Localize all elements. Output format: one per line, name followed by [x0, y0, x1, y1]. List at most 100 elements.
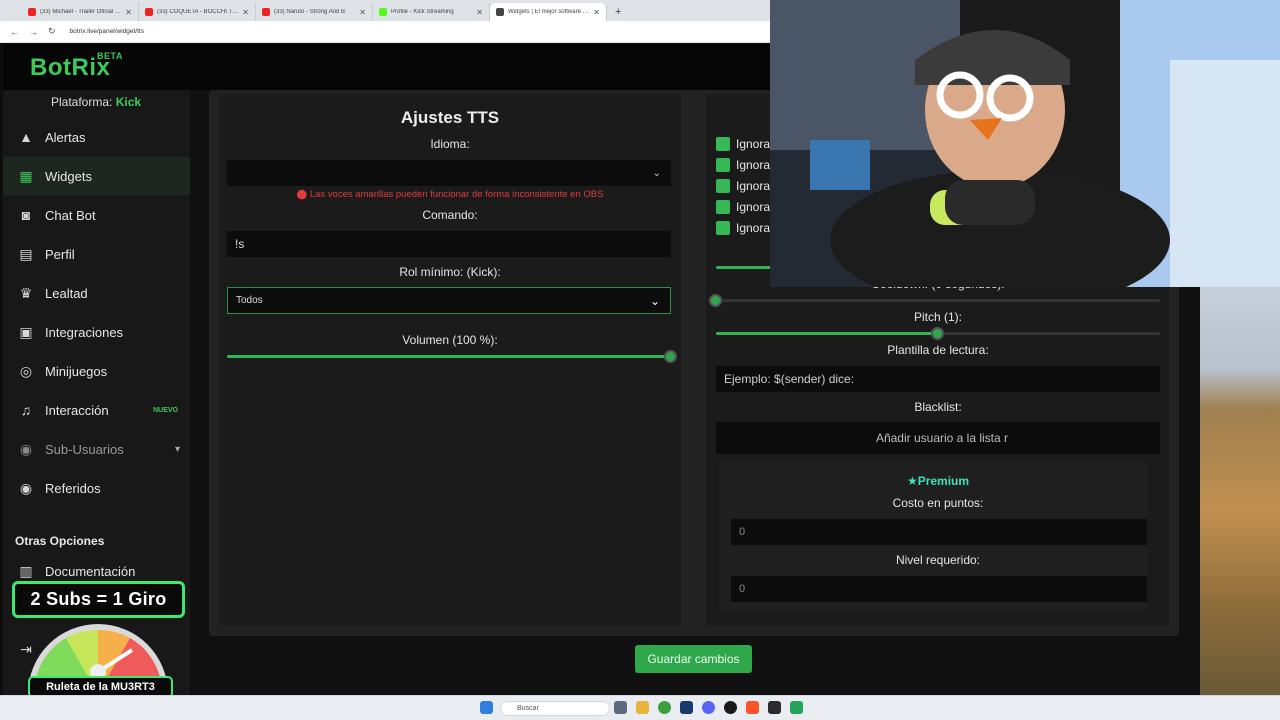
browser-tab-active[interactable]: Widgets | El mejor software par ✕ — [490, 3, 607, 21]
level-label: Nivel requerido: — [895, 553, 981, 567]
volume-fill — [227, 355, 671, 358]
nav-label: Widgets — [45, 168, 92, 184]
close-icon[interactable]: ✕ — [125, 8, 132, 17]
windows-icon[interactable] — [480, 701, 493, 714]
pitch-fill — [716, 332, 938, 335]
volume-slider[interactable] — [227, 350, 677, 363]
ignore-checkbox[interactable]: Ignora — [716, 158, 770, 172]
ignore-checkbox[interactable]: Ignora — [716, 137, 770, 151]
browser-tab[interactable]: (33) Naruto - Strong And B ✕ — [256, 3, 373, 21]
nav-label: Minijuegos — [45, 363, 108, 379]
sidebar-item-perfil[interactable]: ▤ Perfil — [3, 235, 190, 273]
photoshop-icon[interactable] — [680, 701, 693, 714]
alert-circle-icon: ⬤ — [296, 189, 308, 200]
url-field[interactable]: botrix.live/panel/widget/tts — [70, 28, 144, 35]
blacklist-input[interactable]: Añadir usuario a la lista r — [716, 422, 1160, 454]
close-icon[interactable]: ✕ — [359, 8, 366, 17]
ignore-checkbox[interactable]: Ignora — [716, 221, 770, 235]
browser-tab[interactable]: (33) Michael - Trailer Oficial Do ✕ — [22, 3, 139, 21]
volume-label: Volumen (100 %): — [402, 333, 498, 347]
logo[interactable]: BotRix BETA — [30, 51, 122, 82]
sidebar-item-minijuegos[interactable]: ◎ Minijuegos — [3, 352, 190, 390]
checkbox-checked[interactable] — [716, 179, 730, 193]
checkbox-checked[interactable] — [716, 158, 730, 172]
webcam-image — [770, 0, 1280, 287]
warning-text: Las voces amarillas pueden funcionar de … — [309, 189, 604, 200]
tab-title: Widgets | El mejor software par — [508, 9, 590, 15]
pitch-slider[interactable] — [716, 327, 1160, 340]
users-icon: ◉ — [19, 440, 33, 457]
sidebar-item-widgets[interactable]: ▦ Widgets — [3, 157, 190, 195]
cooldown-slider[interactable] — [709, 294, 1160, 307]
new-tab-button[interactable]: + — [607, 6, 629, 21]
nav-label: Lealtad — [45, 285, 88, 301]
app-icon[interactable] — [790, 701, 803, 714]
tab-title: (33) COQUETA - BOCCHI THE R — [157, 9, 239, 15]
tab-title: Profile - Kick Streaming — [391, 9, 454, 15]
checkbox-label: Ignora — [736, 179, 771, 193]
template-input[interactable]: Ejemplo: $(sender) dice: — [716, 366, 1160, 392]
folder-icon[interactable] — [636, 701, 649, 714]
trophy-icon: ♛ — [19, 284, 33, 301]
ignore-checkbox[interactable]: Ignora — [716, 200, 770, 214]
nav-label: Sub-Usuarios — [45, 441, 124, 457]
blacklist-label: Blacklist: — [914, 400, 962, 414]
nav-label: Integraciones — [45, 324, 124, 340]
platform-label: Plataforma: — [51, 95, 113, 109]
discord-icon[interactable] — [702, 701, 715, 714]
checkbox-label: Ignora — [736, 200, 771, 214]
terminal-icon[interactable] — [768, 701, 781, 714]
sidebar-item-alertas[interactable]: ▲ Alertas — [3, 118, 190, 156]
sidebar-item-chat-bot[interactable]: ◙ Chat Bot — [3, 196, 190, 234]
taskview-icon[interactable] — [614, 701, 627, 714]
sidebar-item-lealtad[interactable]: ♛ Lealtad — [3, 274, 190, 312]
close-icon[interactable]: ✕ — [476, 8, 483, 17]
nav-label: Perfil — [45, 246, 75, 262]
role-select[interactable]: Todos ⌄ — [227, 287, 671, 314]
address-bar: ← → ↻ botrix.live/panel/widget/tts — [0, 21, 770, 43]
brave-icon[interactable] — [746, 701, 759, 714]
taskbar-search[interactable]: Buscar — [500, 701, 610, 716]
save-button[interactable]: Guardar cambios — [635, 645, 752, 673]
sidebar-item-referidos[interactable]: ◉ Referidos — [3, 469, 190, 507]
star-icon: ★ — [906, 474, 918, 488]
close-icon[interactable]: ✕ — [593, 8, 600, 17]
pitch-handle[interactable] — [931, 327, 944, 340]
checkbox-checked[interactable] — [716, 221, 730, 235]
command-input[interactable]: !s — [227, 231, 671, 257]
sidebar-item-integraciones[interactable]: ▣ Integraciones — [3, 313, 190, 351]
back-icon[interactable]: ← — [10, 27, 19, 37]
panel-title: Ajustes TTS — [400, 108, 500, 127]
ignore-checkbox[interactable]: Ignora — [716, 179, 770, 193]
pitch-label: Pitch (1): — [913, 310, 962, 324]
youtube-icon — [145, 8, 153, 16]
reload-icon[interactable]: ↻ — [48, 26, 56, 37]
browser-tab[interactable]: (33) COQUETA - BOCCHI THE R ✕ — [139, 3, 256, 21]
role-value: Todos — [236, 295, 263, 306]
sidebar-item-sub-usuarios[interactable]: ◉ Sub-Usuarios ▾ — [3, 430, 190, 468]
warning-icon: ▲ — [19, 129, 33, 145]
robot-icon: ◙ — [21, 207, 31, 223]
close-icon[interactable]: ✕ — [242, 8, 249, 17]
obs-icon[interactable] — [724, 701, 737, 714]
forward-icon[interactable]: → — [29, 27, 38, 37]
points-input[interactable]: 0 — [731, 519, 1147, 545]
chrome-icon[interactable] — [658, 701, 671, 714]
taskbar: Buscar — [0, 695, 1280, 720]
gamepad-icon: ◎ — [19, 362, 33, 379]
users-icon: ◉ — [19, 479, 33, 496]
kick-icon — [379, 8, 387, 16]
checkbox-checked[interactable] — [716, 200, 730, 214]
sidebar-item-interaccion[interactable]: ♫ Interacción NUEVO — [3, 391, 190, 429]
cooldown-handle[interactable] — [709, 294, 722, 307]
level-input[interactable]: 0 — [731, 576, 1147, 602]
language-select[interactable]: ⌄ — [227, 160, 671, 186]
webcam-overlay — [770, 0, 1280, 287]
speed-slider-partial[interactable] — [716, 266, 776, 269]
platform-value: Kick — [115, 95, 142, 109]
volume-handle[interactable] — [664, 350, 677, 363]
browser-tab[interactable]: Profile - Kick Streaming ✕ — [373, 3, 490, 21]
beta-badge: BETA — [97, 51, 123, 61]
checkbox-checked[interactable] — [716, 137, 730, 151]
checkbox-label: Ignora — [736, 221, 771, 235]
